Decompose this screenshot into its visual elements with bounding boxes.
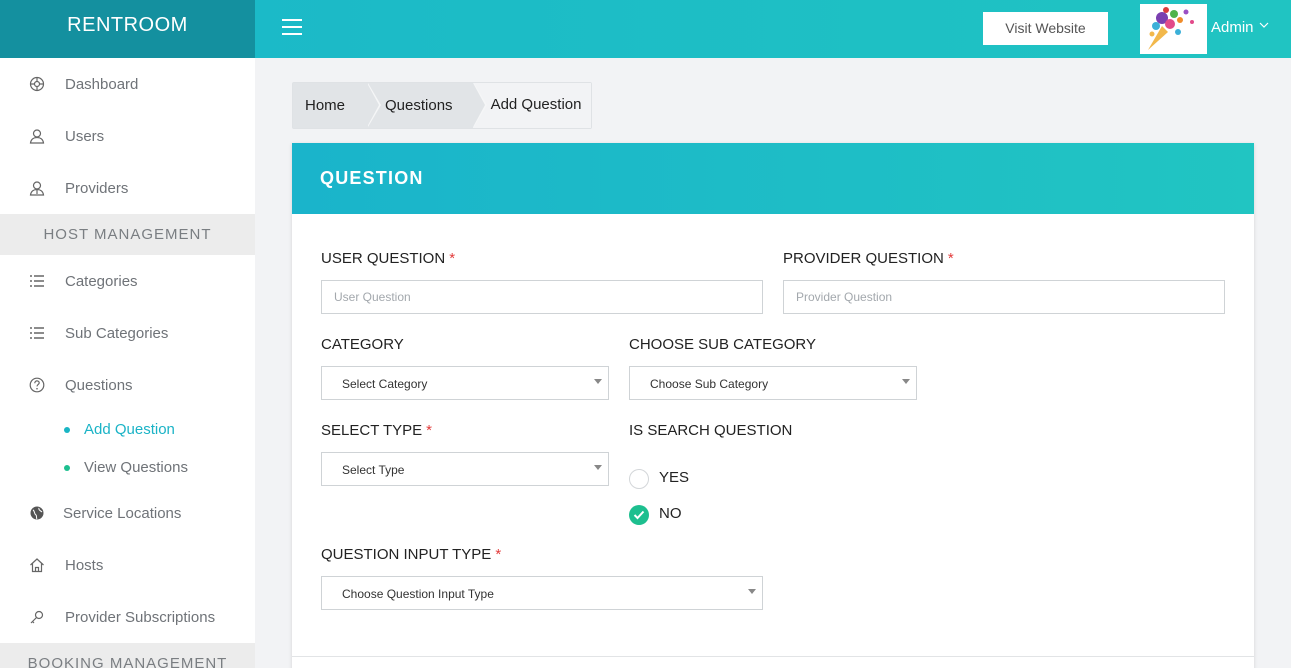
- sidebar-item-users[interactable]: Users: [0, 116, 255, 156]
- sidebar-item-dashboard[interactable]: Dashboard: [0, 64, 255, 104]
- brand-logo[interactable]: RENTROOM: [0, 0, 255, 58]
- radio-no[interactable]: [629, 505, 649, 525]
- breadcrumb-questions[interactable]: Questions: [367, 83, 487, 128]
- type-select[interactable]: Select Type: [321, 452, 609, 486]
- user-name[interactable]: Admin: [1211, 19, 1254, 36]
- breadcrumb-label: Home: [305, 97, 346, 114]
- breadcrumb-label: Add Question: [490, 96, 582, 113]
- user-question-label: USER QUESTION *: [321, 250, 456, 267]
- required-marker: *: [449, 250, 456, 267]
- caret-down-icon: [594, 379, 602, 384]
- required-marker: *: [495, 546, 502, 563]
- user-icon: [28, 127, 46, 145]
- select-type-label: SELECT TYPE *: [321, 422, 432, 439]
- sidebar-item-label: Categories: [65, 272, 138, 290]
- category-select[interactable]: Select Category: [321, 366, 609, 400]
- question-input-type-label: QUESTION INPUT TYPE *: [321, 546, 502, 563]
- question-icon: [28, 376, 46, 394]
- caret-down-icon: [594, 465, 602, 470]
- caret-down-icon: [902, 379, 910, 384]
- divider: [292, 656, 1254, 657]
- sidebar-item-label: Dashboard: [65, 75, 139, 93]
- sidebar-item-providers[interactable]: Providers: [0, 168, 255, 208]
- provider-question-input[interactable]: [783, 280, 1225, 314]
- sidebar-item-label: Service Locations: [63, 504, 182, 522]
- list-icon: [28, 272, 46, 290]
- sidebar-item-sub-categories[interactable]: Sub Categories: [0, 313, 255, 353]
- sidebar-item-label: Questions: [65, 376, 133, 394]
- checkmark-icon: [633, 510, 645, 520]
- sidebar-item-questions[interactable]: Questions: [0, 365, 255, 405]
- sidebar-subitem-label: Add Question: [84, 421, 175, 438]
- provider-question-label: PROVIDER QUESTION *: [783, 250, 954, 267]
- select-value: Select Type: [342, 463, 405, 477]
- required-marker: *: [947, 250, 954, 267]
- question-form-card: QUESTION USER QUESTION* PROVIDER QUESTIO…: [292, 143, 1254, 668]
- radio-yes[interactable]: [629, 469, 649, 489]
- card-header: QUESTION: [292, 143, 1254, 214]
- sidebar-subitem-add-question[interactable]: Add Question: [0, 415, 255, 445]
- radio-yes-label[interactable]: YES: [659, 469, 689, 486]
- bullet-icon: [64, 465, 70, 471]
- select-value: Choose Sub Category: [650, 377, 769, 391]
- category-label: CATEGORY: [321, 336, 404, 353]
- sidebar-item-label: Providers: [65, 179, 129, 197]
- sidebar-subitem-label: View Questions: [84, 459, 188, 476]
- required-marker: *: [426, 422, 432, 439]
- breadcrumb: Home Questions Add Question: [292, 82, 593, 129]
- user-question-input[interactable]: [321, 280, 763, 314]
- dashboard-icon: [28, 75, 46, 93]
- sidebar-item-label: Hosts: [65, 556, 104, 574]
- globe-icon: [28, 504, 46, 522]
- sidebar-item-provider-subscriptions[interactable]: Provider Subscriptions: [0, 597, 255, 637]
- visit-website-button[interactable]: Visit Website: [983, 12, 1108, 45]
- sidebar-item-label: Sub Categories: [65, 324, 169, 342]
- caret-down-icon: [748, 589, 756, 594]
- section-host-management: HOST MANAGEMENT: [0, 214, 255, 255]
- sidebar-subitem-view-questions[interactable]: View Questions: [0, 453, 255, 483]
- list-icon: [28, 324, 46, 342]
- breadcrumb-current: Add Question: [472, 83, 592, 128]
- key-icon: [28, 608, 46, 626]
- top-bar: RENTROOM Visit Website Admin: [0, 0, 1291, 58]
- sub-category-label: CHOOSE SUB CATEGORY: [629, 336, 816, 353]
- sidebar-item-categories[interactable]: Categories: [0, 261, 255, 301]
- card-title: QUESTION: [320, 168, 424, 188]
- radio-no-label[interactable]: NO: [659, 505, 682, 522]
- chevron-down-icon[interactable]: [1259, 20, 1269, 33]
- avatar[interactable]: [1140, 4, 1207, 54]
- sub-category-select[interactable]: Choose Sub Category: [629, 366, 917, 400]
- question-input-type-select[interactable]: Choose Question Input Type: [321, 576, 763, 610]
- sidebar-item-label: Provider Subscriptions: [65, 608, 216, 626]
- sidebar: Dashboard Users Providers HOST MANAGEMEN…: [0, 58, 255, 668]
- breadcrumb-label: Questions: [385, 97, 453, 114]
- section-booking-management: BOOKING MANAGEMENT: [0, 643, 255, 668]
- sidebar-item-label: Users: [65, 127, 105, 145]
- sidebar-item-service-locations[interactable]: Service Locations: [0, 493, 255, 533]
- home-icon: [28, 556, 46, 574]
- select-value: Choose Question Input Type: [342, 587, 494, 601]
- select-value: Select Category: [342, 377, 428, 391]
- is-search-question-label: IS SEARCH QUESTION: [629, 422, 793, 439]
- sidebar-item-hosts[interactable]: Hosts: [0, 545, 255, 585]
- breadcrumb-home[interactable]: Home: [293, 83, 382, 128]
- menu-toggle-icon[interactable]: [282, 19, 302, 37]
- provider-icon: [28, 179, 46, 197]
- bullet-icon: [64, 427, 70, 433]
